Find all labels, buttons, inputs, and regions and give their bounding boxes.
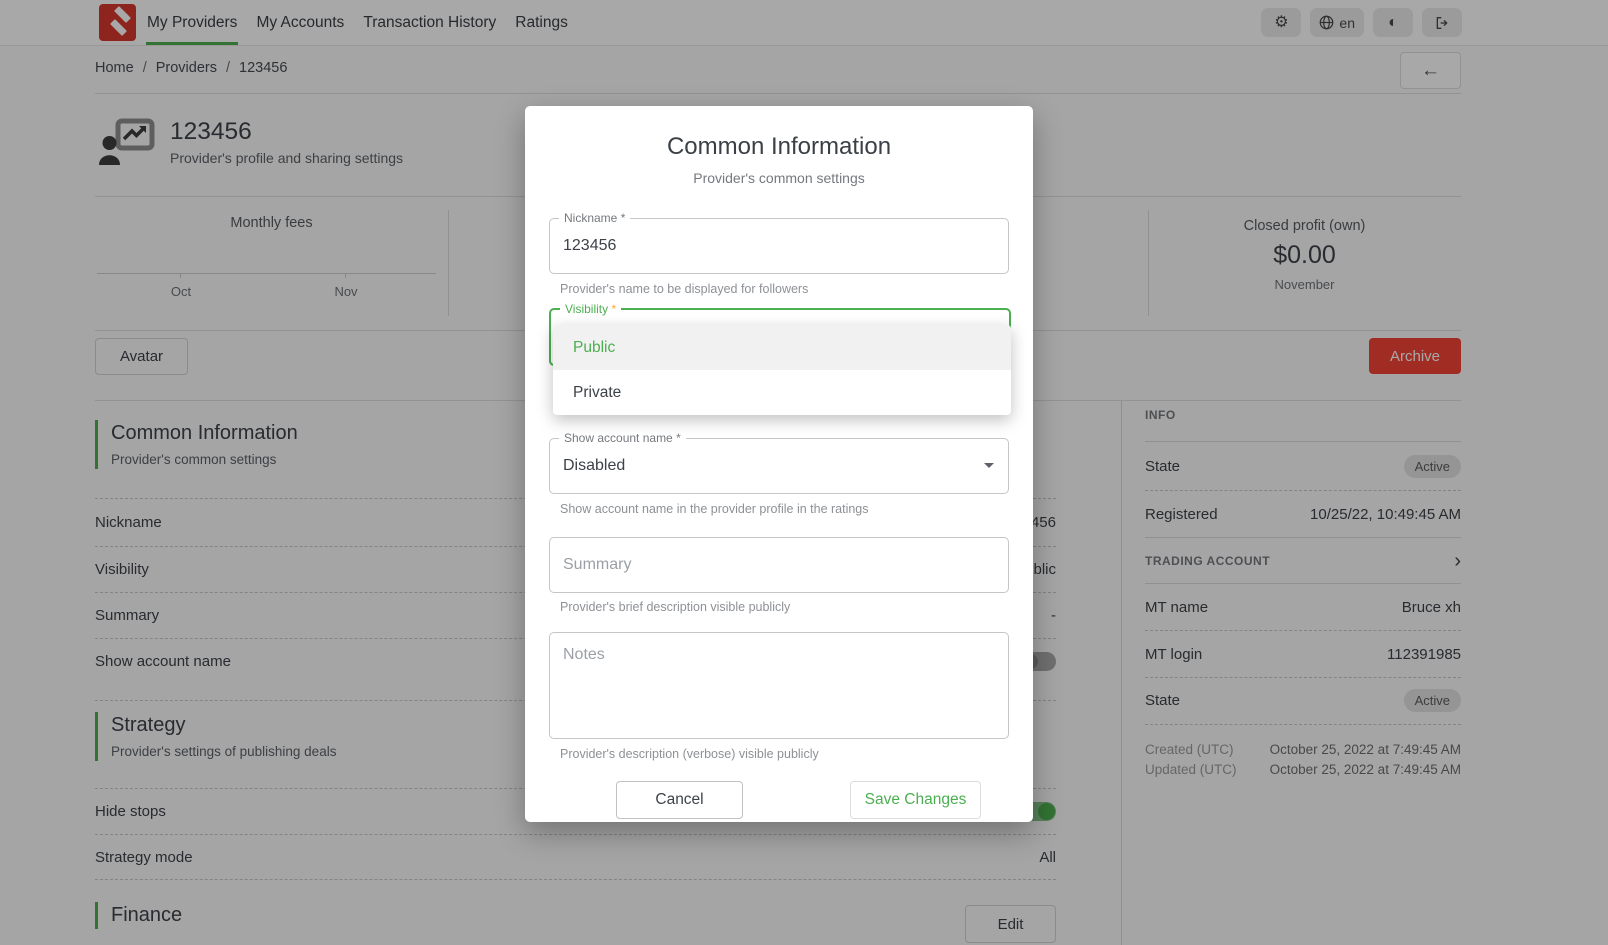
dialog-title: Common Information <box>525 133 1033 161</box>
nickname-field: Nickname * <box>549 218 1009 274</box>
field-helper-text: Provider's brief description visible pub… <box>560 600 790 614</box>
chevron-down-icon <box>984 463 994 468</box>
dialog-subtitle: Provider's common settings <box>525 170 1033 186</box>
summary-input[interactable] <box>550 538 1008 592</box>
save-changes-button[interactable]: Save Changes <box>850 781 981 819</box>
common-information-dialog: Common Information Provider's common set… <box>525 106 1033 822</box>
app-screen: My Providers My Accounts Transaction His… <box>0 0 1608 945</box>
field-label: Visibility * <box>560 302 621 316</box>
menu-item-public[interactable]: Public <box>553 325 1011 370</box>
menu-item-private[interactable]: Private <box>553 370 1011 415</box>
cancel-button[interactable]: Cancel <box>616 781 743 819</box>
select-value: Disabled <box>550 439 1008 493</box>
notes-field <box>549 632 1009 739</box>
show-account-name-select[interactable]: Show account name * Disabled <box>549 438 1009 494</box>
field-helper-text: Show account name in the provider profil… <box>560 502 869 516</box>
visibility-dropdown-menu: Public Private <box>553 325 1011 415</box>
field-helper-text: Provider's name to be displayed for foll… <box>560 282 808 296</box>
field-label: Nickname * <box>559 211 630 225</box>
field-label: Show account name * <box>559 431 686 445</box>
field-helper-text: Provider's description (verbose) visible… <box>560 747 819 761</box>
summary-field <box>549 537 1009 593</box>
notes-textarea[interactable] <box>550 633 1008 738</box>
nickname-input[interactable] <box>550 219 1008 273</box>
